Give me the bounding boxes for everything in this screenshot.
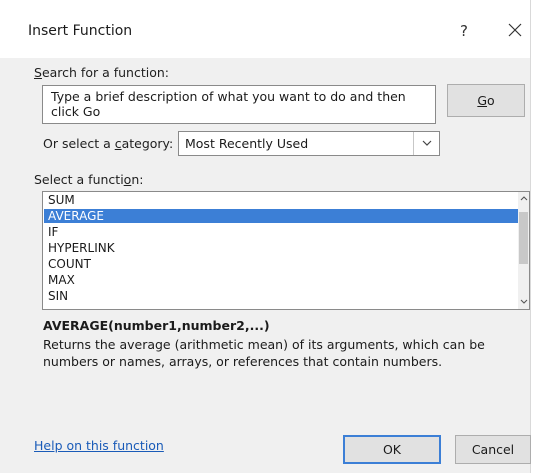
scroll-up-button[interactable] xyxy=(518,192,529,206)
scroll-thumb[interactable] xyxy=(519,212,528,264)
function-item-average[interactable]: AVERAGE xyxy=(44,209,518,223)
title-bar: Insert Function ? xyxy=(0,0,530,58)
function-item-hyperlink[interactable]: HYPERLINK xyxy=(44,241,518,255)
function-item-sum[interactable]: SUM xyxy=(44,193,518,207)
function-description: Returns the average (arithmetic mean) of… xyxy=(43,337,485,369)
category-selected-value: Most Recently Used xyxy=(185,136,309,151)
search-input[interactable] xyxy=(42,85,436,124)
scroll-down-icon xyxy=(520,299,527,304)
ok-button[interactable]: OK xyxy=(343,435,441,464)
function-list-scrollbar[interactable] xyxy=(518,192,529,309)
chevron-down-icon xyxy=(422,140,431,146)
function-item-count[interactable]: COUNT xyxy=(44,257,518,271)
insert-function-dialog: Insert Function ? Search for a function:… xyxy=(0,0,531,473)
cancel-button[interactable]: Cancel xyxy=(455,435,531,464)
search-label: Search for a function: xyxy=(34,65,169,80)
dialog-title: Insert Function xyxy=(28,23,133,39)
help-on-function-link[interactable]: Help on this function xyxy=(34,438,164,453)
scroll-down-button[interactable] xyxy=(518,295,529,309)
category-label: Or select a category: xyxy=(43,136,174,151)
close-icon xyxy=(508,23,522,37)
function-item-if[interactable]: IF xyxy=(44,225,518,239)
function-list-label: Select a function: xyxy=(34,172,144,187)
function-item-sin[interactable]: SIN xyxy=(44,289,518,303)
function-item-max[interactable]: MAX xyxy=(44,273,518,287)
scroll-up-icon xyxy=(520,196,527,201)
function-list[interactable]: SUM AVERAGE IF HYPERLINK COUNT MAX SIN xyxy=(42,191,530,310)
function-syntax: AVERAGE(number1,number2,...) xyxy=(43,318,270,333)
help-button[interactable]: ? xyxy=(450,16,478,46)
go-button[interactable]: Go xyxy=(447,84,525,117)
category-dropdown-button[interactable] xyxy=(413,132,439,155)
category-dropdown[interactable]: Most Recently Used xyxy=(178,131,440,156)
close-button[interactable] xyxy=(500,14,530,48)
